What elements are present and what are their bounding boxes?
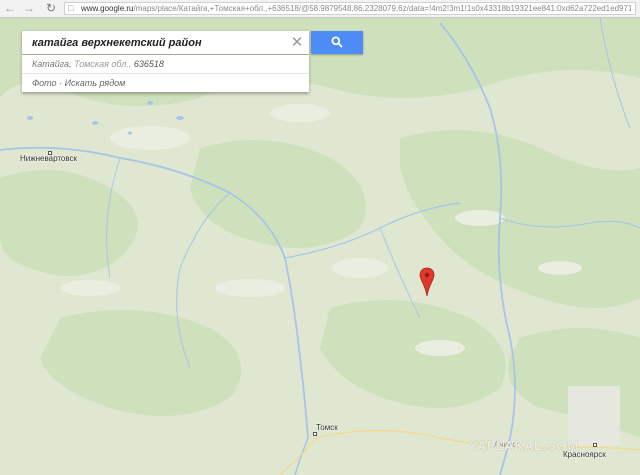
suggestion-item[interactable]: Катайга, Томская обл., 636518 [22, 55, 309, 74]
url-path: /maps/place/Катайга,+Томская+обл.,+63651… [133, 4, 631, 13]
url-host: www.google.ru [81, 4, 134, 13]
page-icon: □ [68, 3, 74, 13]
city-label-nizhnevartovsk[interactable]: Нижневартовск [20, 154, 77, 163]
url-text[interactable]: www.google.ru/maps/place/Катайга,+Томска… [81, 3, 631, 14]
browser-toolbar: ← → ↻ □ www.google.ru/maps/place/Катайга… [0, 0, 640, 18]
suggestion-postcode: 636518 [133, 59, 164, 69]
search-suggestion-card: Катайга, Томская обл., 636518 Фото · Иск… [22, 55, 309, 92]
reload-icon[interactable]: ↻ [44, 1, 58, 16]
city-dot-krasnoyarsk [593, 443, 597, 447]
arrow-left-icon[interactable]: ← [3, 1, 17, 16]
city-label-tomsk[interactable]: Томск [316, 423, 338, 432]
separator: · [56, 78, 65, 88]
search-input[interactable] [32, 35, 282, 50]
location-pin-icon[interactable] [419, 267, 435, 297]
search-box: ✕ [22, 31, 309, 54]
search-nearby-link[interactable]: Искать рядом [65, 78, 126, 88]
city-dot-tomsk [313, 432, 317, 436]
close-icon[interactable]: ✕ [288, 33, 306, 52]
watermark: YAPLAKAL.COM [469, 438, 579, 453]
search-icon [331, 36, 343, 48]
photo-link[interactable]: Фото [32, 78, 57, 88]
suggestion-actions: Фото · Искать рядом [32, 76, 125, 90]
arrow-right-icon[interactable]: → [22, 1, 36, 16]
address-bar[interactable]: □ www.google.ru/maps/place/Катайга,+Томс… [64, 2, 636, 15]
suggestion-region: Томская обл., [74, 59, 134, 69]
search-button[interactable] [311, 31, 363, 54]
suggestion-name: Катайга, [32, 59, 75, 69]
